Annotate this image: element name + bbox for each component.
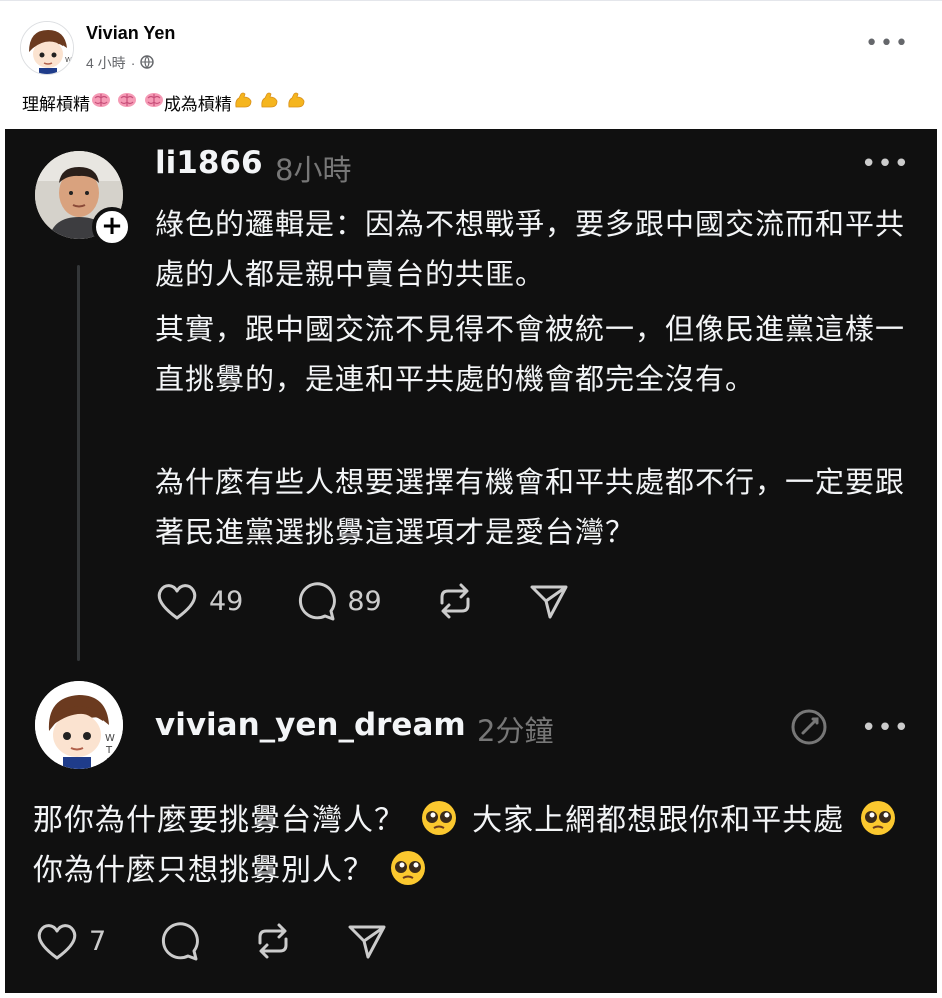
heart-icon	[37, 924, 77, 960]
post-paragraph-2: 其實，跟中國交流不見得不會被統一，但像民進黨這樣一直挑釁的，是連和平共處的機會都…	[155, 312, 906, 396]
globe-icon	[140, 54, 155, 72]
author-name[interactable]: Vivian Yen	[86, 23, 175, 44]
repost-button[interactable]	[434, 581, 476, 621]
reply-actions: 7	[35, 921, 440, 961]
comment-bubble-icon	[162, 922, 200, 961]
heart-icon	[157, 584, 197, 620]
brain-emoji-icon	[90, 91, 164, 114]
pleading-face-icon	[390, 851, 425, 885]
post-username[interactable]: li1866	[155, 145, 263, 181]
caption-part-2: 成為槓精	[163, 95, 232, 115]
facebook-post-header: W Vivian Yen 4 小時 · ••• 理解槓精 成為槓精	[0, 0, 942, 130]
reply-text-part-3: 你為什麼只想挑釁別人？	[33, 853, 374, 888]
comment-count: 89	[347, 585, 382, 617]
threads-screenshot: + li1866 8小時 ••• 綠色的邏輯是：因為不想戰爭，要多跟中國交流而和…	[5, 129, 937, 993]
comment-button[interactable]: 89	[295, 581, 382, 621]
reply-like-button[interactable]: 7	[35, 921, 106, 961]
repost-icon	[440, 583, 470, 619]
post-time[interactable]: 4 小時	[86, 53, 126, 73]
post-meta: 4 小時 ·	[86, 53, 155, 73]
pleading-face-icon	[421, 801, 456, 835]
follow-plus-button[interactable]: +	[92, 207, 132, 247]
post-paragraph-3: 為什麼有些人想要選擇有機會和平共處都不行，一定要跟著民進黨選挑釁這選項才是愛台灣…	[155, 465, 906, 549]
edit-icon[interactable]	[789, 707, 829, 751]
pleading-face-icon	[860, 801, 895, 835]
post-actions: 49 89	[155, 581, 622, 621]
svg-text:W: W	[105, 733, 115, 744]
svg-text:T: T	[105, 745, 113, 756]
caption-part-1: 理解槓精	[22, 95, 90, 115]
reply-text-part-1: 那你為什麼要挑釁台灣人？	[33, 803, 405, 838]
svg-text:F: F	[106, 757, 112, 768]
like-button[interactable]: 49	[155, 581, 243, 621]
thread-connector-line	[77, 265, 80, 661]
svg-text:W: W	[65, 56, 72, 64]
vivian-avatar[interactable]: W T F	[35, 681, 123, 769]
reply-text-part-2: 大家上網都想跟你和平共處	[472, 803, 845, 838]
comment-bubble-icon	[299, 582, 337, 621]
reply-share-button[interactable]	[346, 921, 388, 961]
flexed-biceps-icon	[232, 91, 306, 114]
post-more-icon[interactable]: •••	[861, 149, 910, 179]
reply-more-icon[interactable]: •••	[861, 713, 910, 743]
author-avatar[interactable]: W	[20, 21, 74, 75]
post-time-label: 8小時	[275, 153, 352, 187]
send-icon	[530, 585, 568, 619]
reply-comment-button[interactable]	[158, 921, 200, 961]
reply-like-count: 7	[89, 925, 107, 957]
post-caption: 理解槓精 成為槓精	[22, 90, 306, 115]
reply-username[interactable]: vivian_yen_dream	[155, 707, 466, 743]
reply-text: 那你為什麼要挑釁台灣人？ 大家上網都想跟你和平共處 你為什麼只想挑釁別人？	[33, 796, 913, 896]
repost-icon	[258, 923, 288, 959]
send-icon	[348, 925, 386, 959]
post-options-icon[interactable]: •••	[865, 31, 910, 56]
meta-separator: ·	[130, 55, 136, 71]
post-paragraph-1: 綠色的邏輯是：因為不想戰爭，要多跟中國交流而和平共處的人都是親中賣台的共匪。	[155, 207, 906, 291]
like-count: 49	[209, 585, 244, 617]
reply-time-label: 2分鐘	[477, 714, 554, 748]
reply-repost-button[interactable]	[252, 921, 294, 961]
share-button[interactable]	[528, 581, 570, 621]
